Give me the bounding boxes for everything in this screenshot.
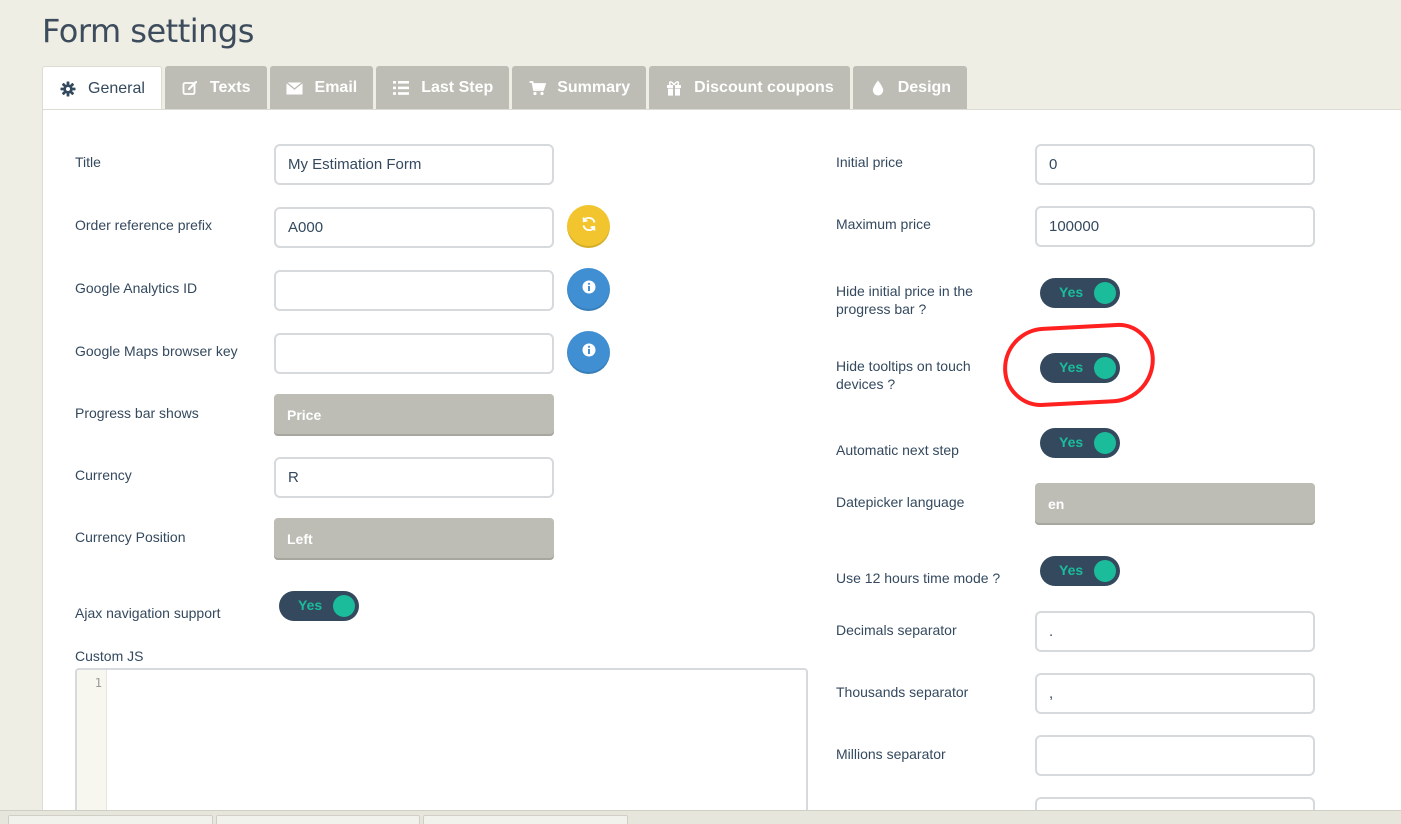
toggle-knob — [1094, 282, 1116, 304]
datepicker-lang-label: Datepicker language — [836, 494, 965, 510]
toggle-state: Yes — [1059, 284, 1084, 300]
settings-panel: Title Order reference prefix Google Anal… — [42, 109, 1401, 824]
label-line: Hide tooltips on touch — [836, 358, 971, 374]
auto-next-label: Automatic next step — [836, 442, 959, 458]
max-price-label: Maximum price — [836, 216, 931, 232]
thousands-sep-input[interactable] — [1035, 673, 1315, 714]
max-price-input[interactable] — [1035, 206, 1315, 247]
maps-key-input[interactable] — [274, 333, 554, 374]
currency-label: Currency — [75, 467, 132, 483]
editor-gutter: 1 — [77, 670, 107, 824]
tab-label: Summary — [557, 79, 631, 96]
line-number: 1 — [94, 676, 102, 690]
initial-price-input[interactable] — [1035, 144, 1315, 185]
toggle-knob — [1094, 357, 1116, 379]
gift-icon — [665, 79, 683, 97]
title-input[interactable] — [274, 144, 554, 185]
bottom-tab[interactable] — [8, 815, 213, 824]
hide-tooltips-toggle[interactable]: Yes — [1040, 353, 1120, 383]
tab-bar: General Texts Email Last Step Summary Di… — [42, 66, 970, 111]
refresh-prefix-button[interactable] — [567, 205, 610, 248]
tab-label: Texts — [209, 79, 251, 96]
progress-bar-label: Progress bar shows — [75, 405, 199, 421]
info-icon — [582, 280, 596, 299]
decimals-sep-input[interactable] — [1035, 611, 1315, 652]
custom-js-editor[interactable]: 1 — [75, 668, 808, 824]
millions-sep-input[interactable] — [1035, 735, 1315, 776]
tab-label: Discount coupons — [694, 79, 834, 96]
ajax-nav-toggle[interactable]: Yes — [279, 591, 359, 621]
bottom-tab[interactable] — [216, 815, 420, 824]
time-12h-toggle[interactable]: Yes — [1040, 556, 1120, 586]
refresh-icon — [581, 216, 597, 237]
toggle-state: Yes — [298, 597, 323, 613]
order-prefix-label: Order reference prefix — [75, 217, 212, 233]
maps-key-label: Google Maps browser key — [75, 343, 238, 359]
hide-initial-price-label: Hide initial price in the progress bar ? — [836, 282, 973, 318]
envelope-icon — [286, 79, 304, 97]
toggle-knob — [1094, 432, 1116, 454]
datepicker-lang-select[interactable]: en — [1035, 483, 1315, 525]
label-line: devices ? — [836, 376, 896, 392]
ga-info-button[interactable] — [567, 268, 610, 311]
bottom-tab-strip — [0, 810, 1401, 824]
hide-tooltips-label: Hide tooltips on touch devices ? — [836, 357, 971, 393]
toggle-knob — [1094, 560, 1116, 582]
tab-label: Email — [314, 79, 358, 96]
toggle-state: Yes — [1059, 434, 1084, 450]
decimals-sep-label: Decimals separator — [836, 622, 957, 638]
currency-position-value: Left — [287, 531, 313, 547]
tab-summary[interactable]: Summary — [512, 66, 647, 110]
currency-input[interactable] — [274, 457, 554, 498]
progress-bar-select[interactable]: Price — [274, 394, 554, 436]
label-line: progress bar ? — [836, 301, 927, 317]
toggle-state: Yes — [1059, 359, 1084, 375]
auto-next-toggle[interactable]: Yes — [1040, 428, 1120, 458]
toggle-knob — [333, 595, 355, 617]
time-12h-label: Use 12 hours time mode ? — [836, 570, 1001, 586]
ajax-nav-label: Ajax navigation support — [75, 605, 221, 621]
cart-icon — [528, 79, 546, 97]
millions-sep-label: Millions separator — [836, 746, 946, 762]
tab-general[interactable]: General — [42, 66, 162, 111]
info-icon — [582, 343, 596, 362]
ga-id-label: Google Analytics ID — [75, 280, 198, 296]
hide-initial-price-toggle[interactable]: Yes — [1040, 278, 1120, 308]
label-line: Hide initial price in the — [836, 283, 973, 299]
thousands-sep-label: Thousands separator — [836, 684, 969, 700]
order-prefix-input[interactable] — [274, 207, 554, 248]
tab-design[interactable]: Design — [852, 66, 968, 110]
title-label: Title — [75, 154, 101, 170]
tab-last-step[interactable]: Last Step — [376, 66, 510, 110]
droplet-icon — [869, 79, 887, 97]
progress-bar-value: Price — [287, 407, 322, 423]
tab-label: Design — [897, 79, 952, 96]
tab-texts[interactable]: Texts — [164, 66, 267, 110]
edit-icon — [181, 79, 199, 97]
custom-js-label: Custom JS — [75, 648, 144, 664]
datepicker-lang-value: en — [1048, 496, 1065, 512]
tab-label: Last Step — [421, 79, 494, 96]
currency-position-select[interactable]: Left — [274, 518, 554, 560]
list-icon — [392, 79, 410, 97]
bottom-tab[interactable] — [423, 815, 628, 824]
tab-discount-coupons[interactable]: Discount coupons — [649, 66, 850, 110]
tab-email[interactable]: Email — [269, 66, 374, 110]
currency-position-label: Currency Position — [75, 529, 186, 545]
maps-info-button[interactable] — [567, 331, 610, 374]
page-title: Form settings — [42, 12, 254, 50]
ga-id-input[interactable] — [274, 270, 554, 311]
toggle-state: Yes — [1059, 562, 1084, 578]
gear-icon — [59, 80, 77, 98]
initial-price-label: Initial price — [836, 154, 903, 170]
tab-label: General — [88, 80, 145, 97]
